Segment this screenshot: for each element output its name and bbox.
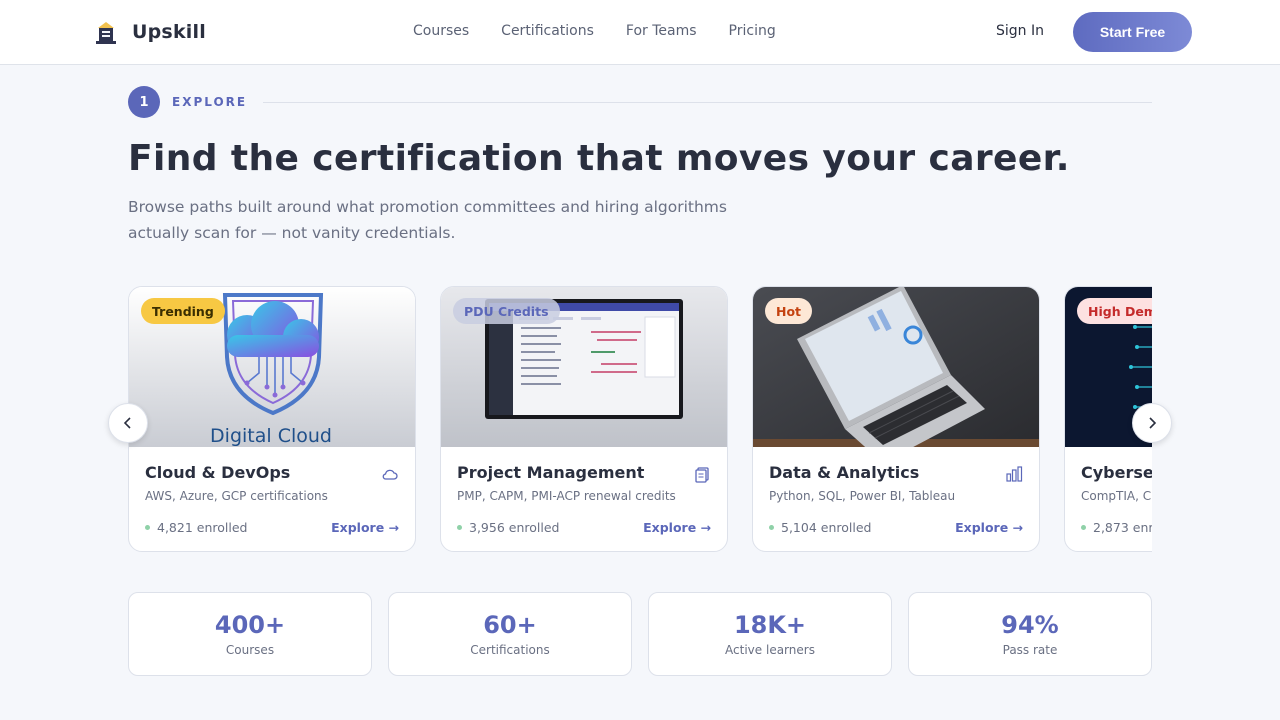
enrolled-count: 4,821 enrolled bbox=[157, 520, 248, 535]
carousel-prev-button[interactable] bbox=[108, 403, 148, 443]
step-divider bbox=[263, 101, 1152, 103]
nav-links: Courses Certifications For Teams Pricing bbox=[413, 23, 808, 39]
page-title: Find the certification that moves your c… bbox=[128, 138, 1070, 179]
chevron-right-icon bbox=[1149, 417, 1157, 429]
card-badge: High Demand bbox=[1077, 298, 1152, 324]
explore-link[interactable]: Explore → bbox=[331, 520, 399, 535]
nav-link-certifications[interactable]: Certifications bbox=[501, 23, 594, 39]
course-card-project-management[interactable]: PDU Credits Project Management PMP, CAPM… bbox=[440, 286, 728, 552]
status-dot bbox=[457, 525, 462, 530]
card-image: PDU Credits bbox=[441, 287, 727, 447]
nav-link-courses[interactable]: Courses bbox=[413, 23, 469, 39]
carousel-track: Digital Cloud Trending Cloud & DevOps AW… bbox=[128, 286, 1152, 552]
stat-label: Pass rate bbox=[1002, 643, 1058, 657]
stat-label: Active learners bbox=[725, 643, 815, 657]
sign-in-link[interactable]: Sign In bbox=[996, 23, 1044, 39]
enrolled-count: 2,873 enrolled bbox=[1093, 520, 1152, 535]
start-free-button[interactable]: Start Free bbox=[1073, 12, 1192, 52]
stat-value: 60+ bbox=[483, 611, 537, 639]
brand[interactable]: Upskill bbox=[94, 19, 206, 45]
nav-link-for-teams[interactable]: For Teams bbox=[626, 23, 697, 39]
card-title: Project Management bbox=[457, 463, 645, 482]
card-image: Digital Cloud Trending bbox=[129, 287, 415, 447]
status-dot bbox=[1081, 525, 1086, 530]
course-card-data-analytics[interactable]: Hot Data & Analytics Python, SQL, Power … bbox=[752, 286, 1040, 552]
stat-courses: 400+ Courses bbox=[128, 592, 372, 676]
card-title: Data & Analytics bbox=[769, 463, 920, 482]
stat-label: Courses bbox=[225, 643, 275, 657]
carousel-next-button[interactable] bbox=[1132, 403, 1172, 443]
clipboard-icon bbox=[695, 467, 709, 483]
card-subtitle: CompTIA, CISSP, CEH bbox=[1081, 489, 1152, 503]
step-indicator: 1 EXPLORE bbox=[128, 86, 1152, 118]
explore-link[interactable]: Explore → bbox=[643, 520, 711, 535]
cloud-icon bbox=[382, 469, 398, 480]
top-nav: Upskill Courses Certifications For Teams… bbox=[0, 0, 1280, 65]
card-image: Hot bbox=[753, 287, 1039, 447]
stat-value: 18K+ bbox=[733, 611, 807, 639]
card-title: Cybersecurity bbox=[1081, 463, 1152, 482]
status-dot bbox=[769, 525, 774, 530]
bar-chart-icon bbox=[1006, 466, 1023, 482]
course-card-cloud-devops[interactable]: Digital Cloud Trending Cloud & DevOps AW… bbox=[128, 286, 416, 552]
enrolled-count: 3,956 enrolled bbox=[469, 520, 560, 535]
explore-link[interactable]: Explore → bbox=[955, 520, 1023, 535]
step-number: 1 bbox=[128, 86, 160, 118]
card-badge: PDU Credits bbox=[453, 298, 560, 324]
stat-certifications: 60+ Certifications bbox=[388, 592, 632, 676]
card-subtitle: PMP, CAPM, PMI-ACP renewal credits bbox=[457, 489, 676, 503]
card-subtitle: Python, SQL, Power BI, Tableau bbox=[769, 489, 956, 503]
step-label: EXPLORE bbox=[172, 95, 248, 109]
card-enrollment: 5,104 enrolled bbox=[769, 520, 871, 535]
certification-carousel: Digital Cloud Trending Cloud & DevOps AW… bbox=[128, 286, 1152, 552]
nav-link-pricing[interactable]: Pricing bbox=[729, 23, 776, 39]
status-dot bbox=[145, 525, 150, 530]
brand-name: Upskill bbox=[132, 21, 206, 43]
card-enrollment: 4,821 enrolled bbox=[145, 520, 247, 535]
card-title: Cloud & DevOps bbox=[145, 463, 291, 482]
card-subtitle: AWS, Azure, GCP certifications bbox=[145, 489, 328, 503]
stat-value: 94% bbox=[1001, 611, 1059, 639]
stat-value: 400+ bbox=[214, 611, 286, 639]
page-lead: Browse paths built around what promotion… bbox=[128, 198, 727, 242]
stat-pass-rate: 94% Pass rate bbox=[908, 592, 1152, 676]
logo-icon bbox=[96, 22, 116, 44]
stat-active-learners: 18K+ Active learners bbox=[648, 592, 892, 676]
card-badge: Hot bbox=[765, 298, 813, 324]
stat-label: Certifications bbox=[470, 643, 550, 657]
card-enrollment: 3,956 enrolled bbox=[457, 520, 559, 535]
card-image-caption: Digital Cloud bbox=[210, 425, 332, 447]
enrolled-count: 5,104 enrolled bbox=[781, 520, 872, 535]
card-badge: Trending bbox=[141, 298, 225, 324]
chevron-left-icon bbox=[123, 417, 131, 429]
card-enrollment: 2,873 enrolled bbox=[1081, 520, 1152, 535]
